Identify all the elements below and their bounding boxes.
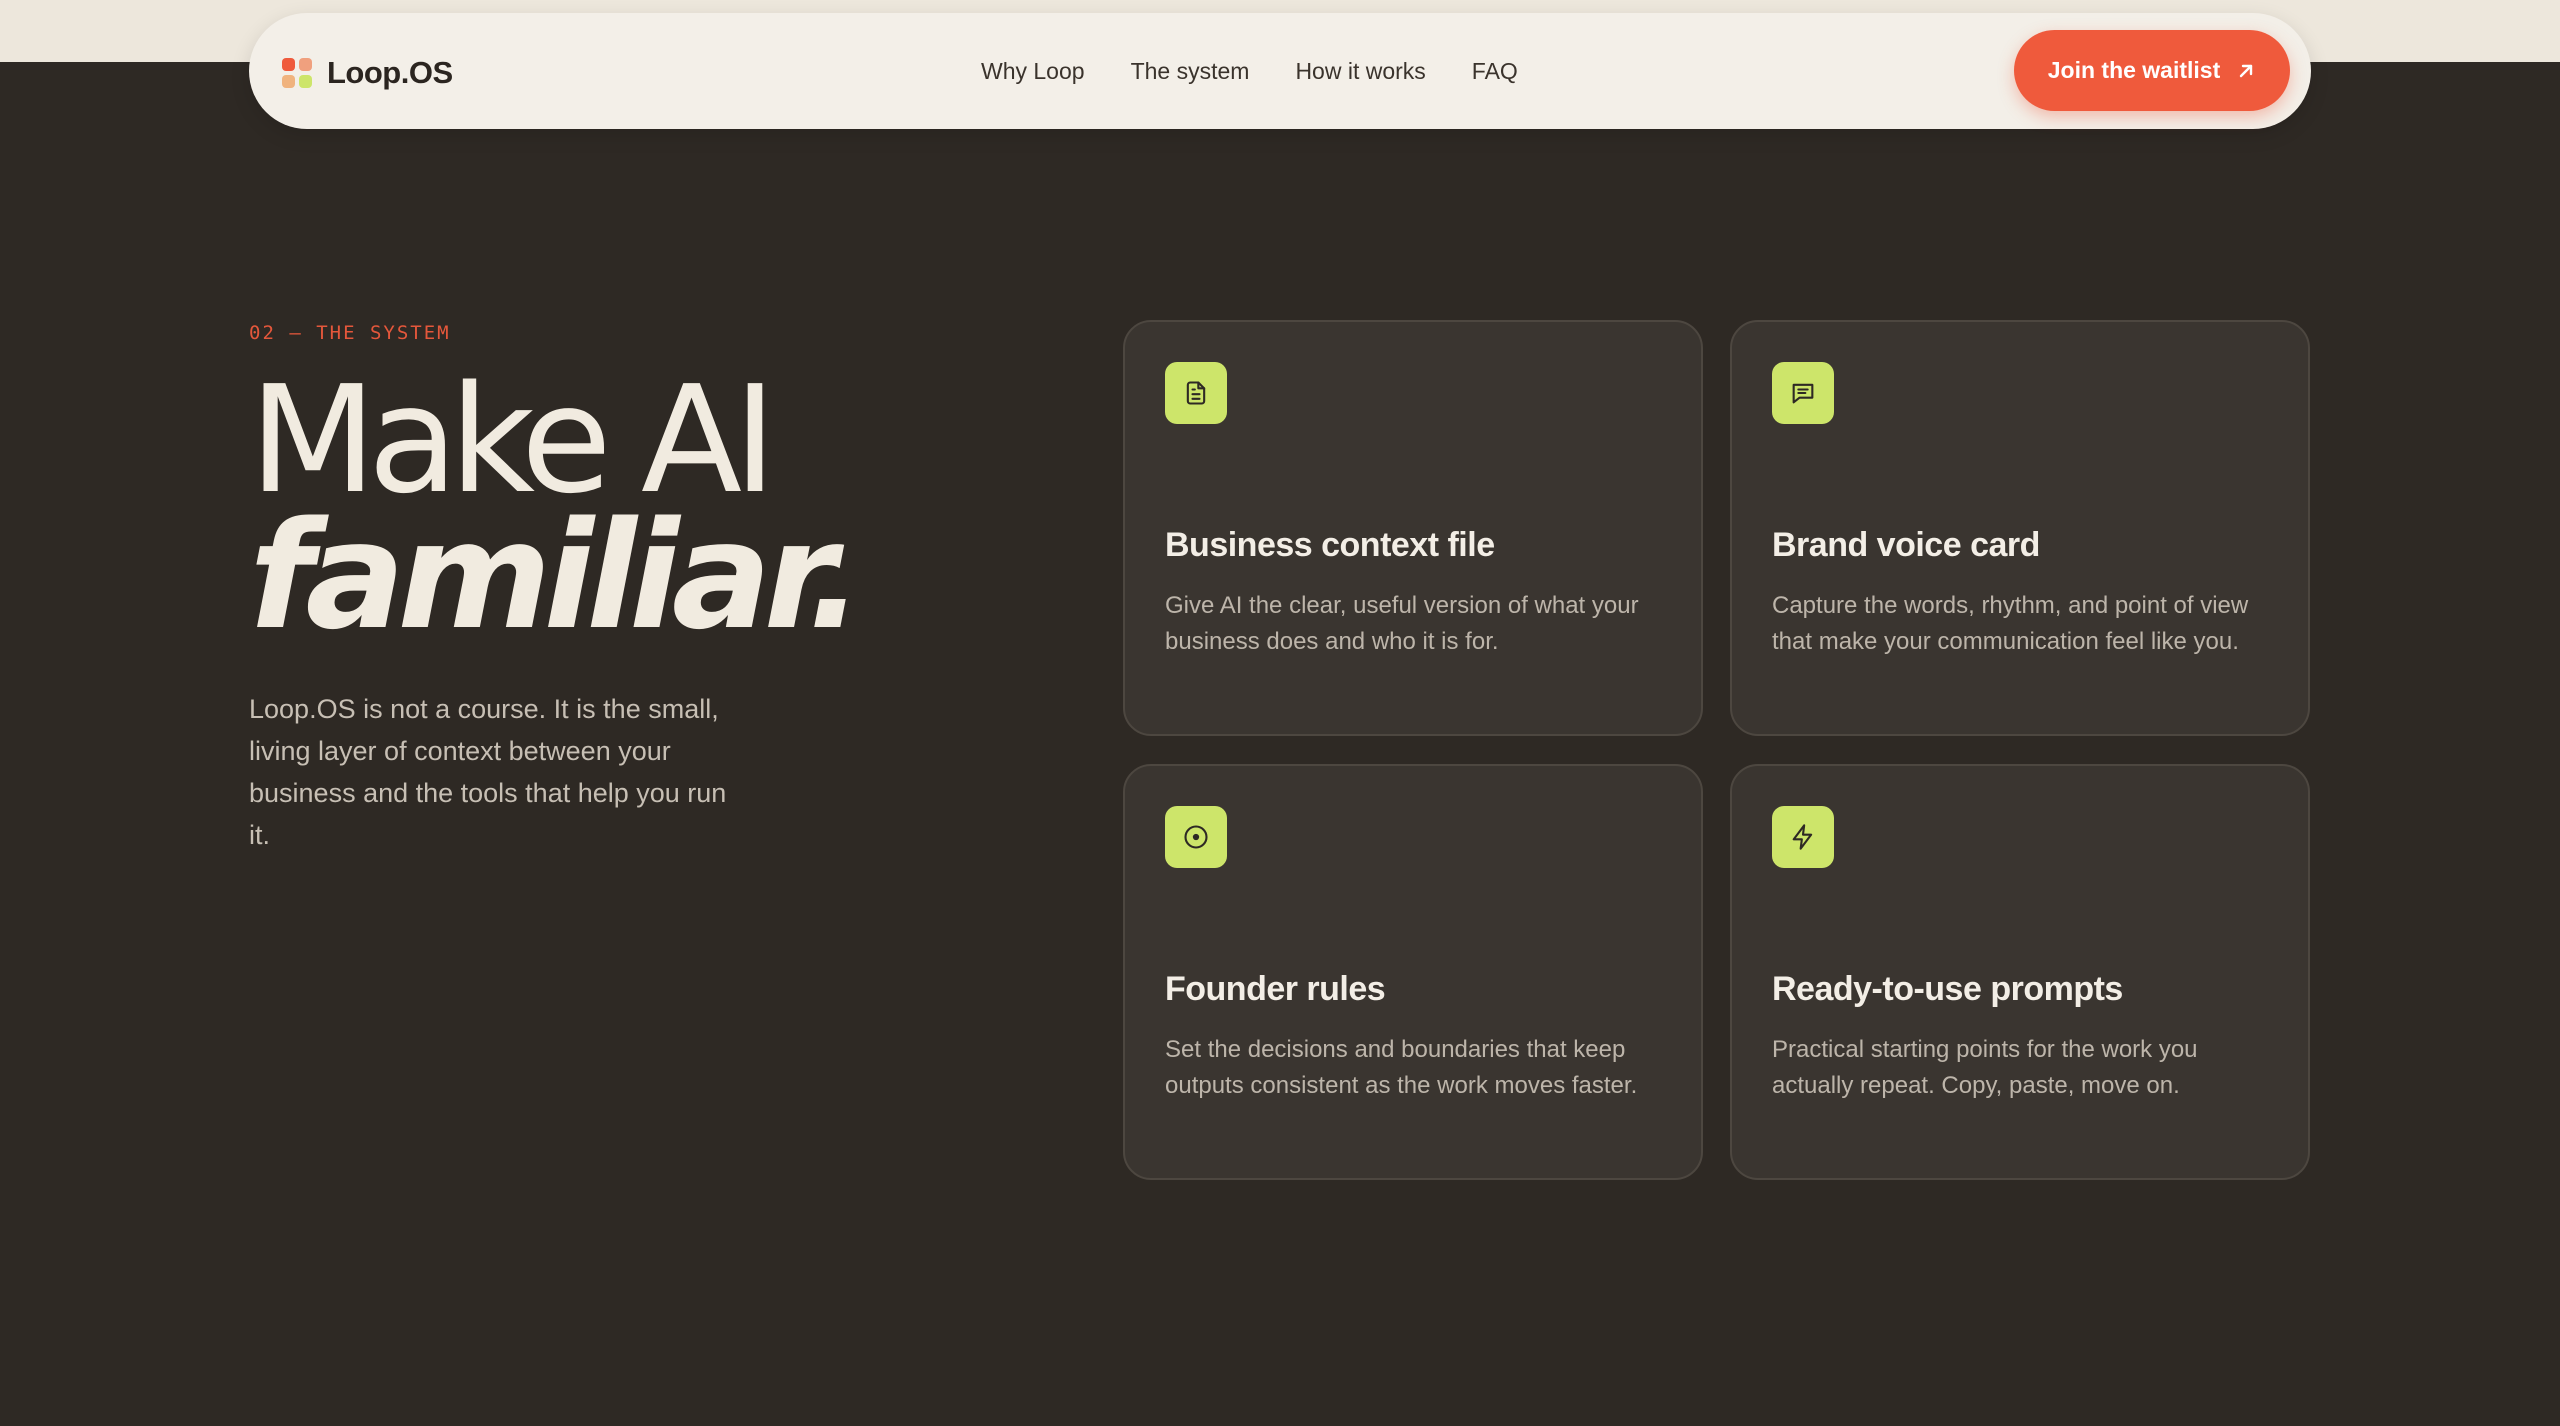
nav-link-faq[interactable]: FAQ bbox=[1472, 58, 1518, 85]
lightning-icon bbox=[1772, 806, 1834, 868]
card-founder-rules: Founder rules Set the decisions and boun… bbox=[1123, 764, 1703, 1180]
headline-line-2: familiar. bbox=[249, 490, 864, 662]
nav-link-the-system[interactable]: The system bbox=[1131, 58, 1250, 85]
card-description: Give AI the clear, useful version of wha… bbox=[1165, 592, 1639, 655]
nav-link-how-it-works[interactable]: How it works bbox=[1295, 58, 1425, 85]
join-waitlist-button[interactable]: Join the waitlist bbox=[2014, 30, 2290, 111]
hero-headline: Make AI familiar. bbox=[249, 366, 864, 662]
card-ready-prompts: Ready-to-use prompts Practical starting … bbox=[1730, 764, 2310, 1180]
brand-logo[interactable]: Loop.OS bbox=[282, 55, 453, 91]
card-description: Set the decisions and boundaries that ke… bbox=[1165, 1036, 1638, 1099]
card-title: Ready-to-use prompts bbox=[1772, 970, 2123, 1008]
navbar: Loop.OS Why Loop The system How it works… bbox=[249, 13, 2311, 129]
card-title: Business context file bbox=[1165, 526, 1495, 564]
section-eyebrow: 02 — THE SYSTEM bbox=[249, 322, 451, 344]
logo-mark-icon bbox=[282, 58, 312, 88]
card-business-context: Business context file Give AI the clear,… bbox=[1123, 320, 1703, 736]
nav-link-why-loop[interactable]: Why Loop bbox=[981, 58, 1085, 85]
card-title: Brand voice card bbox=[1772, 526, 2040, 564]
card-description: Practical starting points for the work y… bbox=[1772, 1036, 2198, 1099]
join-waitlist-label: Join the waitlist bbox=[2047, 57, 2221, 83]
document-icon bbox=[1165, 362, 1227, 424]
arrow-up-right-icon bbox=[2236, 61, 2256, 81]
card-brand-voice: Brand voice card Capture the words, rhyt… bbox=[1730, 320, 2310, 736]
nav-links: Why Loop The system How it works FAQ bbox=[981, 13, 1564, 129]
target-icon bbox=[1165, 806, 1227, 868]
brand-name: Loop.OS bbox=[327, 55, 453, 90]
card-title: Founder rules bbox=[1165, 970, 1386, 1008]
hero-lead: Loop.OS is not a course. It is the small… bbox=[249, 694, 727, 850]
message-icon bbox=[1772, 362, 1834, 424]
card-description: Capture the words, rhythm, and point of … bbox=[1772, 592, 2249, 655]
